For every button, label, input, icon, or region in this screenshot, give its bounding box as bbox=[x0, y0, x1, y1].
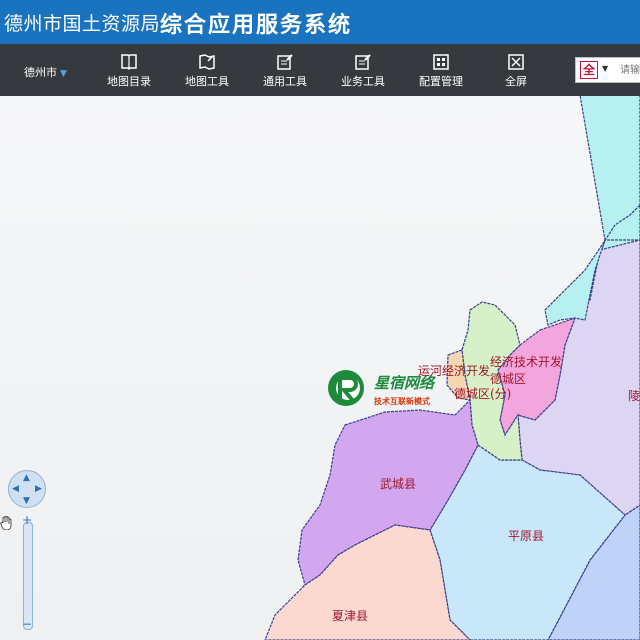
region-label-pingyuan: 平原县 bbox=[508, 529, 544, 543]
chevron-down-icon[interactable]: ▼ bbox=[602, 64, 608, 73]
region-label-decheng: 德城区 bbox=[490, 371, 526, 386]
search-scope-select[interactable]: 全 bbox=[580, 61, 598, 79]
zoom-track[interactable] bbox=[23, 522, 33, 630]
watermark-sub-text: 技术互联新模式 bbox=[374, 397, 430, 406]
tool-map-catalog-label: 地图目录 bbox=[107, 75, 151, 88]
search-input[interactable] bbox=[620, 61, 640, 79]
org-name: 德州市国土资源局 bbox=[4, 13, 161, 35]
tool-map-tools[interactable]: 地图工具 bbox=[172, 52, 242, 89]
book-icon bbox=[121, 54, 137, 71]
map-svg: 陵 德城区 经济技术开发 运河经济开发 德城区(分) 武城县 平原县 夏津县 bbox=[264, 96, 640, 640]
tool-general[interactable]: 通用工具 bbox=[250, 52, 320, 89]
search-box: 全 ▼ bbox=[575, 57, 640, 83]
toolbar: 德州市 ▼ 地图目录 地图工具 通用工具 业务工具 配置管理 全屏 全 ▼ bbox=[0, 44, 640, 96]
map-canvas[interactable]: 陵 德城区 经济技术开发 运河经济开发 德城区(分) 武城县 平原县 夏津县 星… bbox=[0, 96, 640, 640]
config-icon bbox=[433, 54, 449, 70]
tool-config[interactable]: 配置管理 bbox=[406, 52, 476, 89]
zoom-in-button[interactable]: + bbox=[19, 514, 35, 528]
logo-icon bbox=[328, 370, 364, 406]
region-label-jingji: 经济技术开发 bbox=[490, 354, 562, 369]
fullscreen-icon bbox=[508, 54, 524, 70]
hand-cursor-icon bbox=[0, 516, 12, 530]
tool-fullscreen-label: 全屏 bbox=[505, 75, 527, 88]
pan-right-icon[interactable]: ▶ bbox=[35, 484, 42, 494]
region-label-wucheng: 武城县 bbox=[380, 477, 416, 491]
tool-business[interactable]: 业务工具 bbox=[328, 52, 398, 89]
tool-general-label: 通用工具 bbox=[263, 75, 307, 88]
map-tool-icon bbox=[199, 54, 215, 70]
city-selector[interactable]: 德州市 ▼ bbox=[24, 64, 67, 80]
region-label-lingcheng: 陵 bbox=[628, 389, 640, 403]
edit-icon bbox=[277, 54, 293, 70]
system-name: 综合应用服务系统 bbox=[160, 13, 353, 38]
chevron-down-icon: ▼ bbox=[60, 69, 67, 79]
city-label: 德州市 bbox=[24, 66, 57, 79]
pan-up-icon[interactable]: ▲ bbox=[23, 473, 30, 483]
title-bar: 德州市国土资源局 综合应用服务系统 bbox=[0, 0, 640, 44]
pan-down-icon[interactable]: ▼ bbox=[23, 496, 30, 506]
tool-map-tools-label: 地图工具 bbox=[185, 75, 229, 88]
zoom-slider[interactable]: + − bbox=[17, 514, 37, 632]
pan-left-icon[interactable]: ◀ bbox=[12, 484, 19, 494]
pan-control[interactable]: ▲ ▼ ◀ ▶ bbox=[8, 470, 46, 508]
region-label-xiajin: 夏津县 bbox=[332, 609, 368, 623]
zoom-out-button[interactable]: − bbox=[19, 618, 35, 632]
tool-map-catalog[interactable]: 地图目录 bbox=[94, 52, 164, 89]
region-label-decheng-fen: 德城区(分) bbox=[454, 386, 511, 401]
edit-doc-icon bbox=[355, 54, 371, 70]
tool-business-label: 业务工具 bbox=[341, 75, 385, 88]
watermark-main-text: 星宿网络 bbox=[374, 374, 435, 392]
tool-config-label: 配置管理 bbox=[419, 75, 463, 88]
tool-fullscreen[interactable]: 全屏 bbox=[481, 52, 551, 89]
